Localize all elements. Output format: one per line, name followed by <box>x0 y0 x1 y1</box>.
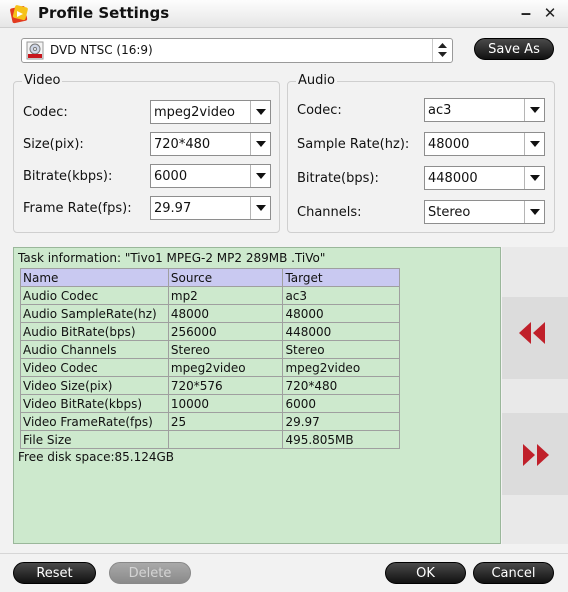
video-size-label: Size(pix): <box>23 137 84 152</box>
chevron-down-icon <box>250 101 270 123</box>
task-info-panel: Task information: "Tivo1 MPEG-2 MP2 289M… <box>13 247 501 544</box>
video-framerate-select[interactable]: 29.97 <box>150 196 271 220</box>
save-as-button[interactable]: Save As <box>474 38 554 60</box>
table-cell: 25 <box>167 412 284 431</box>
ok-button[interactable]: OK <box>385 562 466 584</box>
audio-bitrate-value: 448000 <box>428 171 478 186</box>
table-row: Video BitRate(kbps) 10000 6000 <box>20 394 400 413</box>
table-row: Audio Codec mp2 ac3 <box>20 286 400 305</box>
table-cell: 720*576 <box>167 376 284 395</box>
video-codec-select[interactable]: mpeg2video <box>150 100 271 124</box>
table-cell: 6000 <box>282 394 400 413</box>
table-cell: 448000 <box>282 322 400 341</box>
audio-codec-label: Codec: <box>297 103 342 118</box>
task-info-text: Task information: "Tivo1 MPEG-2 MP2 289M… <box>18 251 326 265</box>
table-cell: Video FrameRate(fps) <box>20 412 169 431</box>
audio-bitrate-label: Bitrate(bps): <box>297 171 379 186</box>
free-disk-space: Free disk space:85.124GB <box>18 450 175 464</box>
table-cell: Stereo <box>167 340 284 359</box>
audio-channels-label: Channels: <box>297 205 362 220</box>
audio-channels-select[interactable]: Stereo <box>424 200 545 224</box>
up-down-arrows-icon[interactable] <box>432 39 452 62</box>
table-cell: mpeg2video <box>282 358 400 377</box>
table-cell: Video Codec <box>20 358 169 377</box>
table-row: File Size 495.805MB <box>20 430 400 449</box>
double-left-arrow-icon[interactable] <box>518 321 546 345</box>
video-size-value: 720*480 <box>154 137 211 152</box>
table-cell: Video BitRate(kbps) <box>20 394 169 413</box>
table-cell: 10000 <box>167 394 284 413</box>
task-info-table: Name Source Target Audio Codec mp2 ac3 A… <box>20 268 400 449</box>
dvd-disc-icon <box>26 41 44 60</box>
table-row: Audio Channels Stereo Stereo <box>20 340 400 359</box>
table-cell: Audio SampleRate(hz) <box>20 304 169 323</box>
video-framerate-label: Frame Rate(fps): <box>23 201 132 216</box>
table-cell: 495.805MB <box>282 430 400 449</box>
table-cell: mpeg2video <box>167 358 284 377</box>
table-row: Audio BitRate(bps) 256000 448000 <box>20 322 400 341</box>
table-header-row: Name Source Target <box>20 268 400 287</box>
table-cell: Audio Channels <box>20 340 169 359</box>
profile-value: DVD NTSC (16:9) <box>50 43 153 57</box>
app-logo-icon <box>10 5 28 24</box>
table-cell: 48000 <box>167 304 284 323</box>
side-panel <box>502 247 568 544</box>
chevron-down-icon <box>524 133 544 155</box>
table-cell: Audio Codec <box>20 286 169 305</box>
double-right-arrow-icon[interactable] <box>522 443 550 467</box>
audio-samplerate-label: Sample Rate(hz): <box>297 137 410 152</box>
cancel-button[interactable]: Cancel <box>473 562 554 584</box>
table-cell: File Size <box>20 430 169 449</box>
close-button[interactable]: ✕ <box>541 4 559 22</box>
audio-samplerate-value: 48000 <box>428 137 470 152</box>
audio-samplerate-select[interactable]: 48000 <box>424 132 545 156</box>
audio-bitrate-select[interactable]: 448000 <box>424 166 545 190</box>
table-cell <box>167 430 284 449</box>
table-cell: Video Size(pix) <box>20 376 169 395</box>
video-codec-value: mpeg2video <box>154 105 235 120</box>
delete-button[interactable]: Delete <box>109 562 191 584</box>
chevron-down-icon <box>524 201 544 223</box>
chevron-down-icon <box>524 99 544 121</box>
table-cell: 720*480 <box>282 376 400 395</box>
video-size-select[interactable]: 720*480 <box>150 132 271 156</box>
chevron-down-icon <box>250 133 270 155</box>
reset-button[interactable]: Reset <box>13 562 96 584</box>
audio-codec-select[interactable]: ac3 <box>424 98 545 122</box>
video-framerate-value: 29.97 <box>154 201 192 216</box>
table-row: Video Codec mpeg2video mpeg2video <box>20 358 400 377</box>
column-header: Name <box>20 268 169 287</box>
table-row: Video FrameRate(fps) 25 29.97 <box>20 412 400 431</box>
chevron-down-icon <box>250 165 270 187</box>
column-header: Source <box>167 268 284 287</box>
column-header: Target <box>282 268 400 287</box>
chevron-down-icon <box>250 197 270 219</box>
table-cell: mp2 <box>167 286 284 305</box>
video-codec-label: Codec: <box>23 105 68 120</box>
video-bitrate-label: Bitrate(kbps): <box>23 169 113 184</box>
video-bitrate-select[interactable]: 6000 <box>150 164 271 188</box>
profile-select[interactable]: DVD NTSC (16:9) <box>21 38 453 63</box>
video-bitrate-value: 6000 <box>154 169 188 184</box>
table-cell: 29.97 <box>282 412 400 431</box>
title-bar: Profile Settings ‒ ✕ <box>0 0 568 28</box>
table-cell: ac3 <box>282 286 400 305</box>
table-cell: Audio BitRate(bps) <box>20 322 169 341</box>
audio-channels-value: Stereo <box>428 205 471 220</box>
chevron-down-icon <box>524 167 544 189</box>
table-cell: 48000 <box>282 304 400 323</box>
table-row: Audio SampleRate(hz) 48000 48000 <box>20 304 400 323</box>
minimize-button[interactable]: ‒ <box>517 4 535 22</box>
window-title: Profile Settings <box>38 4 170 22</box>
video-legend: Video <box>22 73 63 88</box>
audio-codec-value: ac3 <box>428 103 452 118</box>
table-cell: 256000 <box>167 322 284 341</box>
table-cell: Stereo <box>282 340 400 359</box>
audio-legend: Audio <box>296 73 337 88</box>
table-row: Video Size(pix) 720*576 720*480 <box>20 376 400 395</box>
